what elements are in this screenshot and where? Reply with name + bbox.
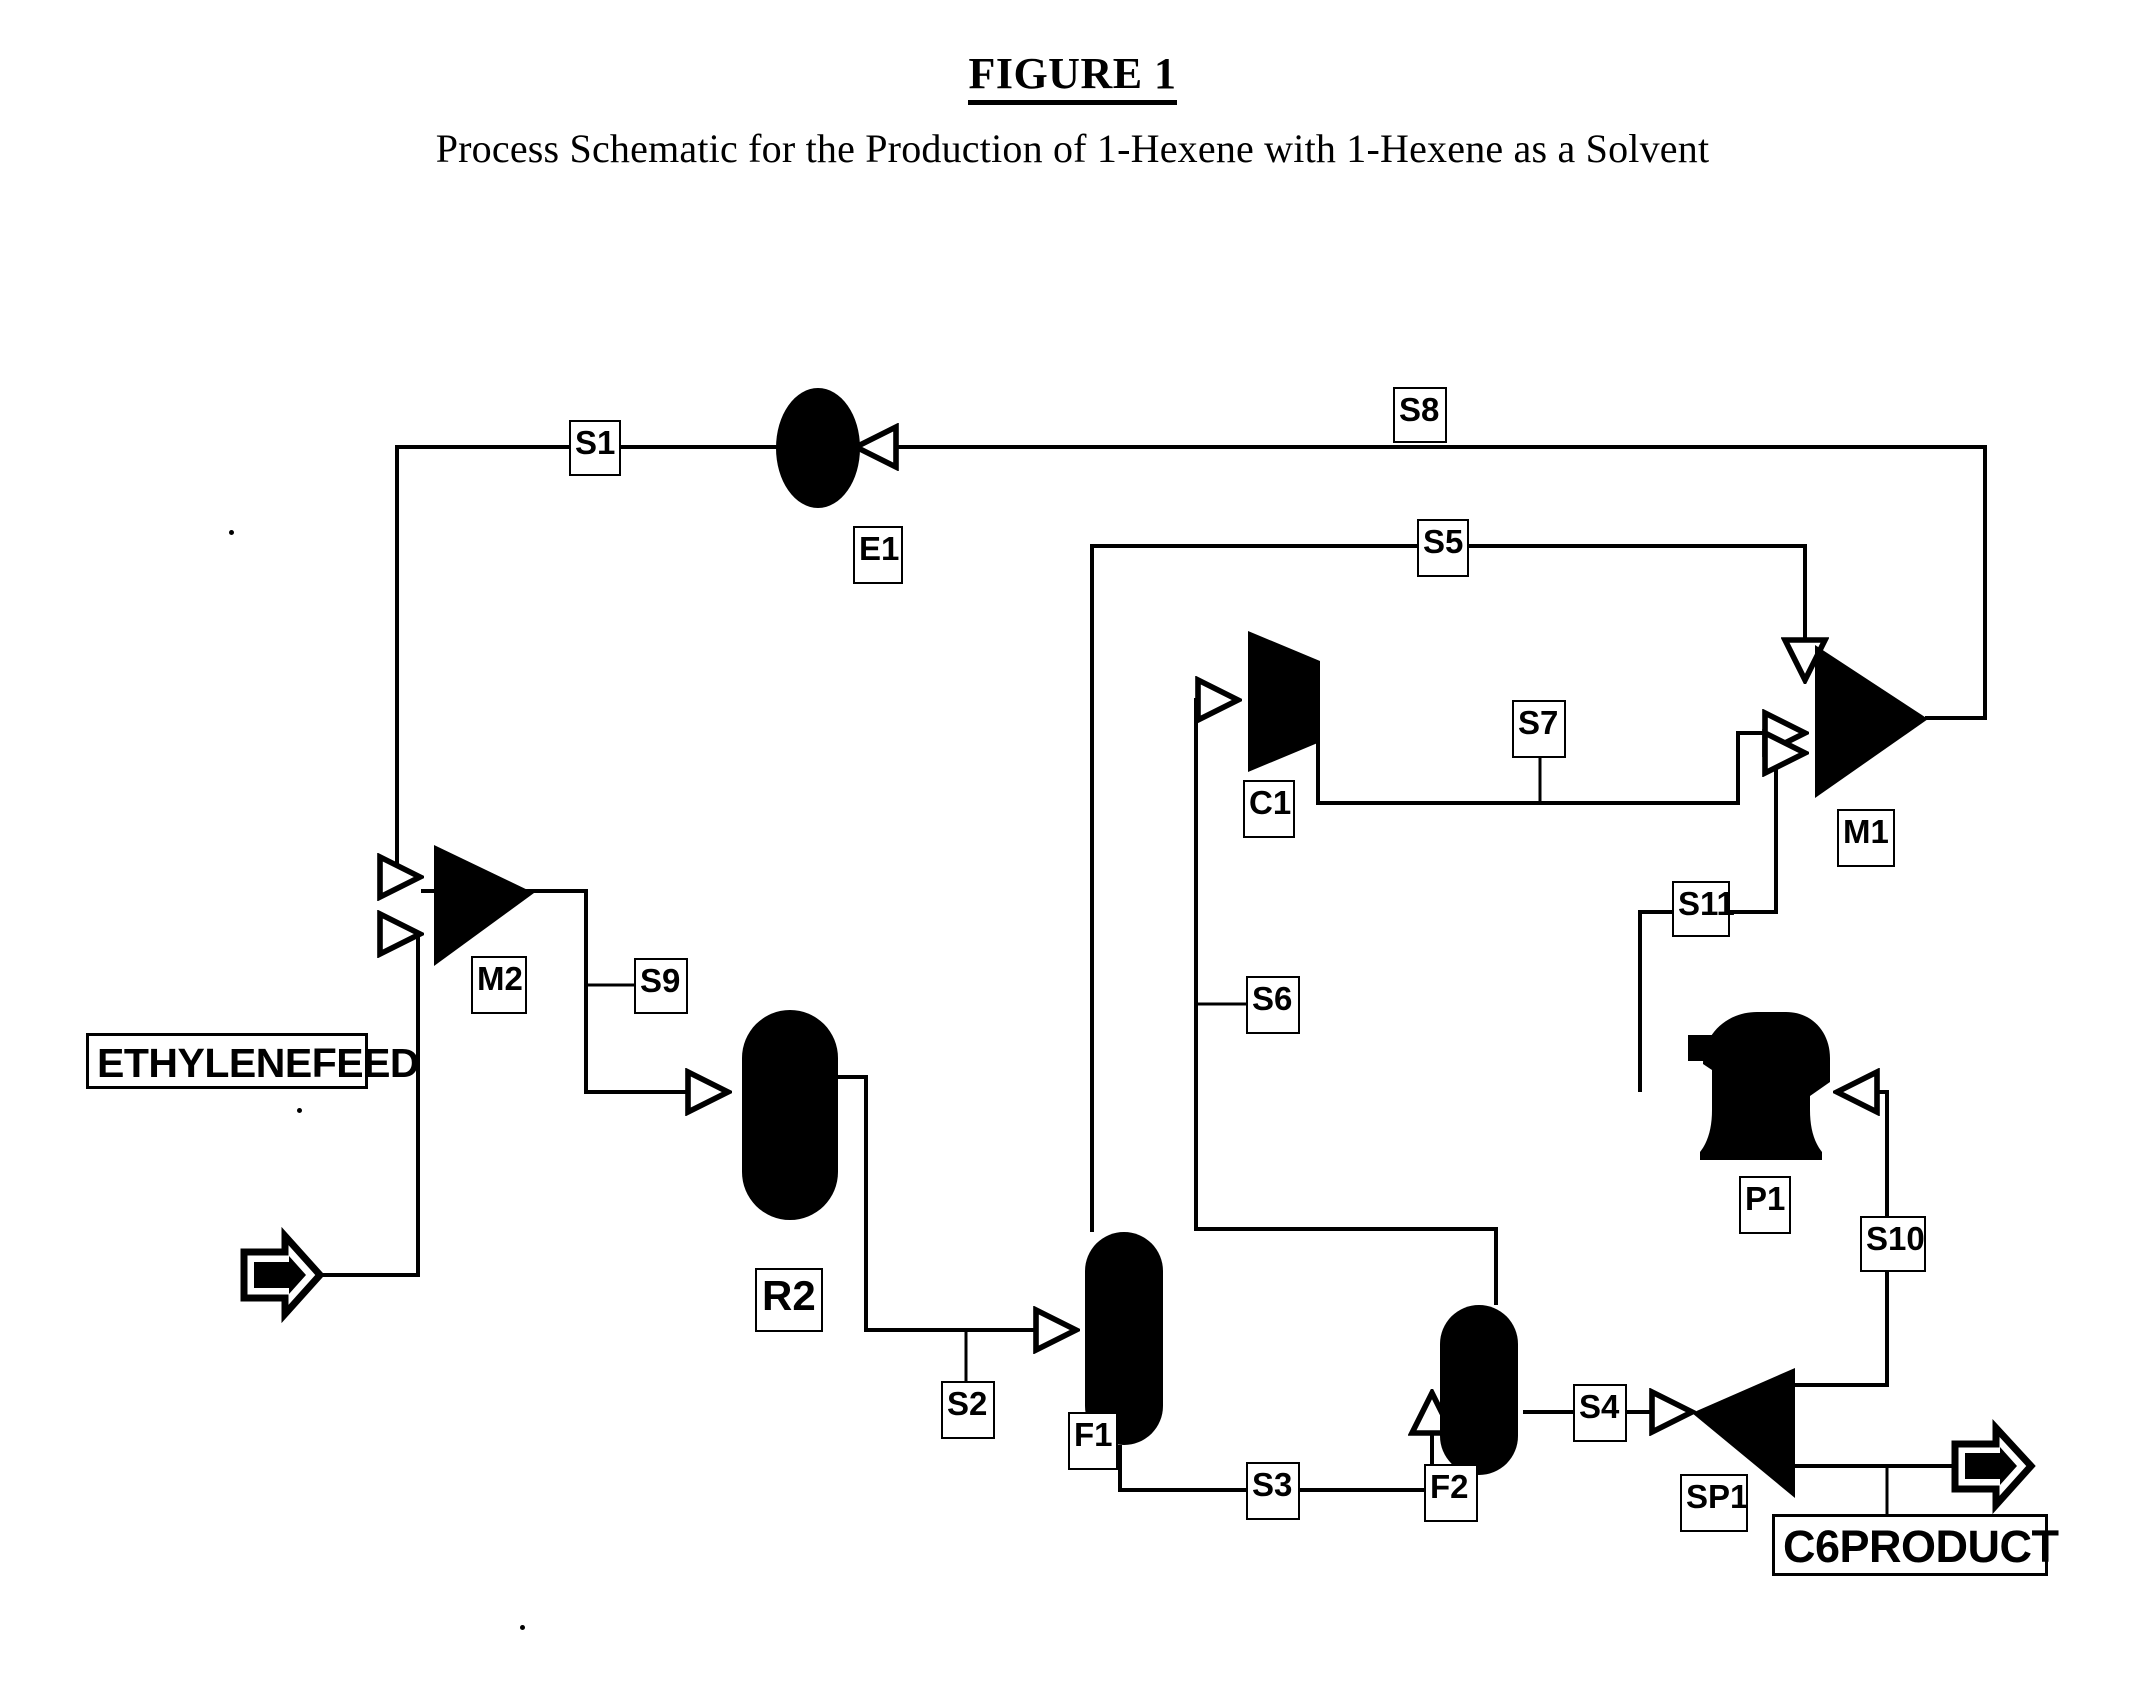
product-label-c6product[interactable]: C6PRODUCT	[1772, 1514, 2059, 1576]
ethylenefeed-inlet-arrow	[240, 1226, 325, 1324]
unit-label-sp1[interactable]: SP1	[1680, 1474, 1748, 1532]
feed-label-ethylenefeed[interactable]: ETHYLENEFEED	[86, 1033, 420, 1089]
stream-label-s8[interactable]: S8	[1393, 387, 1447, 443]
stream-label-s3[interactable]: S3	[1246, 1462, 1300, 1520]
unit-m2-mixer[interactable]	[434, 845, 534, 966]
unit-label-f1[interactable]: F1	[1068, 1412, 1118, 1470]
stream-label-s11[interactable]: S11	[1672, 881, 1735, 937]
figure-page: FIGURE 1 Process Schematic for the Produ…	[0, 0, 2145, 1686]
unit-label-m2[interactable]: M2	[471, 956, 527, 1014]
unit-c1-compressor[interactable]	[1248, 631, 1320, 772]
scan-speck	[520, 1625, 525, 1630]
unit-label-m1[interactable]: M1	[1837, 809, 1895, 867]
stream-path-s2	[838, 1075, 1076, 1330]
unit-m1-mixer[interactable]	[1815, 645, 1928, 798]
unit-label-r2[interactable]: R2	[755, 1268, 823, 1332]
stream-label-s2[interactable]: S2	[941, 1381, 995, 1439]
stream-label-s1[interactable]: S1	[569, 420, 621, 476]
unit-label-c1[interactable]: C1	[1243, 780, 1295, 838]
unit-r2-reactor[interactable]	[742, 1010, 838, 1220]
unit-label-e1[interactable]: E1	[853, 526, 903, 584]
stream-label-s5[interactable]: S5	[1417, 519, 1469, 577]
unit-e1-heat-exchanger[interactable]	[776, 388, 860, 508]
stream-label-s10[interactable]: S10	[1860, 1216, 1926, 1272]
stream-label-s6[interactable]: S6	[1246, 976, 1300, 1034]
unit-p1-pump[interactable]	[1688, 1012, 1830, 1160]
stream-label-s4[interactable]: S4	[1573, 1384, 1627, 1442]
c6product-outlet-arrow	[1951, 1419, 2036, 1515]
stream-path-ethylenefeed	[311, 934, 420, 1277]
unit-label-p1[interactable]: P1	[1739, 1176, 1791, 1234]
scan-speck	[297, 1108, 302, 1113]
stream-label-s7[interactable]: S7	[1512, 700, 1566, 758]
stream-label-s9[interactable]: S9	[634, 958, 688, 1014]
stream-path-s1	[397, 445, 792, 877]
unit-f2-flash-vessel[interactable]	[1440, 1305, 1518, 1475]
unit-label-f2[interactable]: F2	[1424, 1464, 1478, 1522]
scan-speck	[229, 530, 234, 535]
